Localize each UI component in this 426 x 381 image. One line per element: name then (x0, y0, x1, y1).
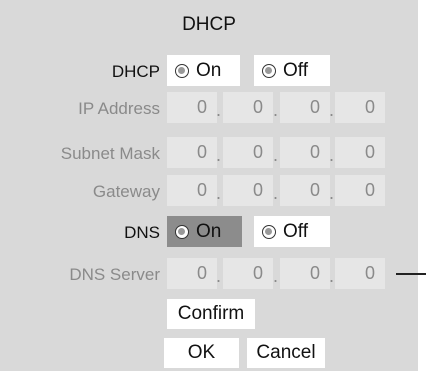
dns-octet-4[interactable]: 0 (335, 258, 385, 289)
subnet-octet-1[interactable]: 0 (167, 137, 217, 168)
octet-separator: . (273, 100, 279, 120)
ip-address-label: IP Address (78, 99, 160, 118)
gateway-label: Gateway (92, 182, 160, 201)
ok-button[interactable]: OK (164, 338, 239, 368)
octet-separator: . (273, 145, 279, 165)
octet-separator: . (216, 145, 222, 165)
dhcp-off-radio[interactable]: Off (254, 55, 330, 86)
ip-octet-4[interactable]: 0 (335, 92, 385, 123)
octet-separator: . (216, 183, 222, 203)
dns-octet-2[interactable]: 0 (223, 258, 273, 289)
dns-off-label: Off (283, 220, 308, 242)
octet-separator: . (273, 266, 279, 286)
dhcp-on-label: On (196, 59, 222, 81)
radio-icon (262, 63, 276, 78)
dns-octet-1[interactable]: 0 (167, 258, 217, 289)
dhcp-settings-panel: DHCP DHCP On Off IP Address 0 . 0 . 0 . … (0, 0, 418, 371)
octet-separator: . (329, 266, 335, 286)
radio-icon (175, 224, 189, 239)
subnet-octet-3[interactable]: 0 (280, 137, 330, 168)
octet-separator: . (216, 266, 222, 286)
gateway-octet-4[interactable]: 0 (335, 175, 385, 206)
octet-separator: . (329, 183, 335, 203)
octet-separator: . (329, 145, 335, 165)
annotation-leader-line (396, 273, 426, 275)
gateway-octet-1[interactable]: 0 (167, 175, 217, 206)
ip-octet-1[interactable]: 0 (167, 92, 217, 123)
octet-separator: . (329, 100, 335, 120)
dns-off-radio[interactable]: Off (254, 216, 330, 247)
octet-separator: . (216, 100, 222, 120)
panel-title: DHCP (182, 14, 236, 35)
subnet-octet-4[interactable]: 0 (335, 137, 385, 168)
radio-icon (262, 224, 276, 239)
dns-octet-3[interactable]: 0 (280, 258, 330, 289)
dns-label: DNS (124, 223, 160, 242)
subnet-octet-2[interactable]: 0 (223, 137, 273, 168)
ip-octet-3[interactable]: 0 (280, 92, 330, 123)
dhcp-label: DHCP (111, 62, 160, 81)
dhcp-off-label: Off (283, 59, 308, 81)
ip-octet-2[interactable]: 0 (223, 92, 273, 123)
dns-on-label: On (196, 220, 222, 242)
dns-on-radio[interactable]: On (167, 216, 242, 247)
cancel-button[interactable]: Cancel (247, 338, 325, 368)
gateway-octet-2[interactable]: 0 (223, 175, 273, 206)
radio-icon (175, 63, 189, 78)
gateway-octet-3[interactable]: 0 (280, 175, 330, 206)
confirm-button[interactable]: Confirm (167, 299, 255, 329)
dns-server-label: DNS Server (69, 265, 160, 284)
dhcp-on-radio[interactable]: On (167, 55, 240, 86)
octet-separator: . (273, 183, 279, 203)
subnet-mask-label: Subnet Mask (60, 144, 160, 163)
